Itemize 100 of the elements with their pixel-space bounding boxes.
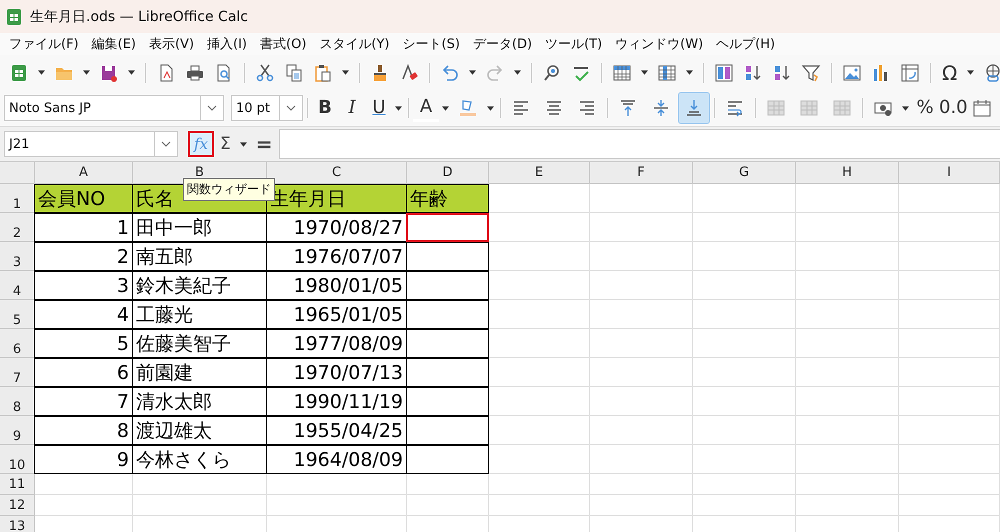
row-header[interactable]: 7: [0, 358, 35, 387]
table-cell: 7: [34, 387, 133, 416]
chevron-down-icon[interactable]: [161, 141, 171, 147]
column-header[interactable]: D: [407, 162, 489, 184]
image-icon[interactable]: [842, 62, 862, 82]
align-bottom-icon[interactable]: [684, 98, 704, 118]
caret-icon[interactable]: [487, 106, 494, 110]
table-cell: 1970/07/13: [266, 358, 407, 387]
caret-icon[interactable]: [395, 106, 402, 110]
caret-icon[interactable]: [902, 106, 909, 110]
menu-item[interactable]: ツール(T): [540, 35, 610, 53]
sum-button[interactable]: Σ: [218, 134, 233, 154]
row-header[interactable]: 1: [0, 184, 35, 213]
chevron-down-icon[interactable]: [207, 105, 217, 111]
format-button[interactable]: A: [413, 94, 439, 122]
row-header[interactable]: 5: [0, 300, 35, 329]
format-button[interactable]: I: [339, 96, 365, 120]
menu-item[interactable]: シート(S): [398, 35, 468, 53]
row-header[interactable]: 4: [0, 271, 35, 300]
window-title: 生年月日.ods — LibreOffice Calc: [30, 8, 248, 26]
table-cell: 年齢: [406, 184, 489, 213]
format-button[interactable]: U: [366, 96, 392, 120]
table-columns-icon[interactable]: [657, 62, 677, 82]
table-cell: 5: [34, 329, 133, 358]
chevron-down-icon[interactable]: [286, 105, 296, 111]
formula-button[interactable]: =: [254, 132, 275, 156]
row-header[interactable]: 11: [0, 474, 35, 495]
merge-cells-icon[interactable]: [799, 98, 819, 118]
table-cell: 南五郎: [132, 242, 267, 271]
table-cell: 2: [34, 242, 133, 271]
table-cell: 9: [34, 445, 133, 474]
formula-input[interactable]: [278, 129, 1000, 159]
caret-icon[interactable]: [83, 70, 90, 75]
column-header[interactable]: C: [267, 162, 407, 184]
caret-icon[interactable]: [469, 70, 476, 75]
table-cell: 工藤光: [132, 300, 267, 329]
row-header[interactable]: 3: [0, 242, 35, 271]
sort-grid-icon[interactable]: [714, 62, 734, 82]
table-rows-icon[interactable]: [612, 62, 632, 82]
menu-item[interactable]: ファイル(F): [4, 35, 87, 53]
align-top-icon[interactable]: [618, 98, 638, 118]
menu-item[interactable]: 編集(E): [86, 35, 144, 53]
caret-icon[interactable]: [641, 70, 648, 75]
merge-cells-icon[interactable]: [832, 98, 852, 118]
menu-item[interactable]: スタイル(Y): [314, 35, 398, 53]
menu-item[interactable]: ヘルプ(H): [711, 35, 784, 53]
magnifier-icon[interactable]: [542, 62, 562, 82]
row-header[interactable]: 8: [0, 387, 35, 416]
align-middle-icon[interactable]: [651, 98, 671, 118]
caret-icon[interactable]: [514, 70, 521, 75]
row-header[interactable]: 2: [0, 213, 35, 242]
scissors-icon[interactable]: [255, 62, 275, 82]
row-header[interactable]: 9: [0, 416, 35, 445]
column-header[interactable]: G: [693, 162, 796, 184]
menu-item[interactable]: ウィンドウ(W): [610, 35, 712, 53]
menu-item[interactable]: 表示(V): [144, 35, 202, 53]
column-header[interactable]: A: [35, 162, 133, 184]
name-box[interactable]: J21: [4, 131, 178, 157]
caret-icon[interactable]: [128, 70, 135, 75]
caret-icon[interactable]: [967, 70, 974, 75]
column-header[interactable]: H: [796, 162, 899, 184]
column-header[interactable]: E: [489, 162, 590, 184]
merge-cells-icon[interactable]: [766, 98, 786, 118]
highlighter-icon[interactable]: [458, 98, 478, 118]
table-cell: 4: [34, 300, 133, 329]
table-cell: 1990/11/19: [266, 387, 407, 416]
font-size-field[interactable]: 10 pt: [231, 95, 303, 121]
table-cell: 1955/04/25: [266, 416, 407, 445]
caret-icon[interactable]: [686, 70, 693, 75]
printer-icon[interactable]: [185, 62, 205, 82]
row-header[interactable]: 13: [0, 516, 35, 532]
pivot-table-icon[interactable]: [900, 62, 920, 82]
caret-icon[interactable]: [442, 106, 449, 110]
caret-icon[interactable]: [342, 70, 349, 75]
menu-item[interactable]: 挿入(I): [202, 35, 256, 53]
row-header[interactable]: 10: [0, 445, 35, 474]
table-cell: 6: [34, 358, 133, 387]
font-name-field[interactable]: Noto Sans JP: [4, 95, 224, 121]
table-cell: 渡辺雄太: [132, 416, 267, 445]
menu-item[interactable]: 書式(O): [255, 35, 314, 53]
format-button[interactable]: %: [912, 96, 938, 120]
table-cell: 1964/08/09: [266, 445, 407, 474]
funnel-icon[interactable]: [801, 62, 821, 82]
special-character-button[interactable]: Ω: [938, 60, 962, 84]
caret-icon[interactable]: [38, 70, 45, 75]
format-button[interactable]: 0.0: [939, 96, 965, 120]
undo-arrow-icon[interactable]: [440, 62, 460, 82]
table-cell: 今林さくら: [132, 445, 267, 474]
spreadsheet-icon[interactable]: [9, 62, 29, 82]
format-button[interactable]: B: [312, 96, 338, 120]
column-header[interactable]: I: [899, 162, 1000, 184]
caret-icon[interactable]: [240, 142, 247, 146]
row-header[interactable]: 12: [0, 495, 35, 516]
column-header[interactable]: F: [590, 162, 693, 184]
clipboard-icon[interactable]: [313, 62, 333, 82]
row-header[interactable]: 6: [0, 329, 35, 358]
copy-icon[interactable]: [284, 62, 304, 82]
calendar-icon[interactable]: [972, 98, 992, 118]
menu-item[interactable]: データ(D): [468, 35, 540, 53]
table-cell: 前園建: [132, 358, 267, 387]
